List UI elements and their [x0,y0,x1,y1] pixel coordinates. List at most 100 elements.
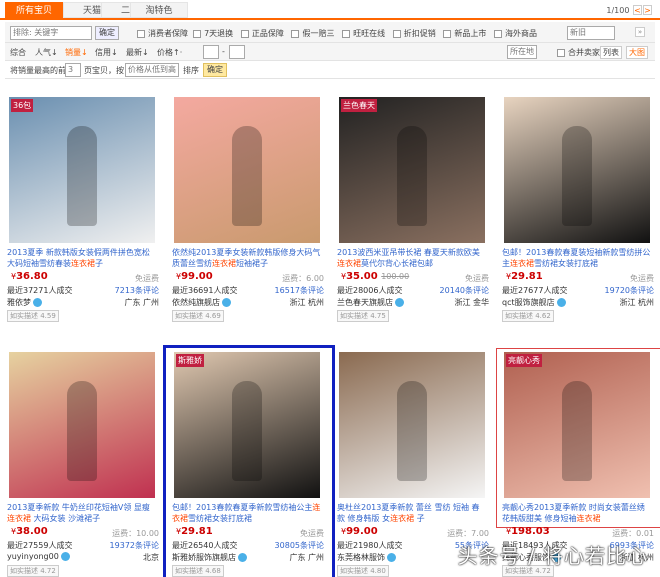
product-image[interactable]: 亮靓心秀 [504,352,650,498]
list-view-button[interactable]: 列表 [600,46,622,59]
checkbox-discount[interactable]: 折扣促销 [392,29,436,38]
product-tag: 36包 [11,99,34,112]
product-title[interactable]: 2013波西米亚吊带长裙 春夏天新款欧美连衣裙莫代尔背心长裙包邮 [337,247,487,269]
product-image[interactable] [174,97,320,243]
review-count-link[interactable]: 7213条评论 [115,285,159,296]
search-confirm-button[interactable]: 确定 [95,26,119,40]
product-card[interactable]: 斯雅娇 包邮！2013春款春夏季新款雪纺袖公主连衣裙雪纺裙女装打底裙 ¥29.8… [163,345,335,577]
sort-price[interactable]: 价格↑· [157,47,182,58]
wangwang-icon[interactable] [222,298,231,307]
product-title[interactable]: 2013夏季新款 牛奶丝印花短袖V领 显瘦连衣裙 大码女装 沙滩裙子 [7,502,157,524]
sort-newest[interactable]: 最新↓ [126,47,149,58]
wangwang-icon[interactable] [387,553,396,562]
product-card[interactable]: 2013夏季新款 牛奶丝印花短袖V领 显瘦连衣裙 大码女装 沙滩裙子 ¥38.0… [5,352,163,577]
rating-badge[interactable]: 如实描述 4.68 [172,565,224,577]
checkbox-overseas[interactable]: 海外商品 [494,29,537,38]
product-title[interactable]: 亮靓心秀2013夏季新款 时尚女装蕾丝绣花韩版甜美 修身短袖连衣裙 [502,502,652,524]
tab-special[interactable]: 淘特色 [130,2,188,18]
checkbox-online[interactable]: 旺旺在线 [342,29,385,38]
expand-icon[interactable]: » [635,27,645,37]
product-price: ¥99.00 [176,271,213,282]
product-image[interactable] [504,97,650,243]
shop-link[interactable]: yuyinyong00 [7,552,70,561]
review-count-link[interactable]: 30805条评论 [275,540,324,551]
page-indicator: 1/100 [606,6,630,15]
merge-sellers-checkbox[interactable]: 合并卖家 [557,47,600,58]
wangwang-icon[interactable] [60,552,70,561]
prev-page-button[interactable]: < [633,5,642,15]
product-card[interactable]: 兰色春天 2013波西米亚吊带长裙 春夏天新款欧美连衣裙莫代尔背心长裙包邮 ¥3… [335,97,493,322]
product-title[interactable]: 奥杜丝2013夏季新款 蕾丝 雪纺 短袖 春款 修身韩版 女连衣裙 子 [337,502,487,524]
review-count-link[interactable]: 19720条评论 [605,285,654,296]
sort-popularity[interactable]: 人气↓ [35,47,58,58]
sort-default[interactable]: 综合 [10,47,26,58]
rating-badge[interactable]: 如实描述 4.75 [337,310,389,322]
product-image[interactable] [339,352,485,498]
condition-select[interactable]: 新旧 [567,26,615,40]
product-card[interactable]: 包邮！2013春款春夏装短袖新款雪纺拼公主连衣裙雪纺裙女装打底裙 ¥29.81 … [500,97,658,322]
checkbox-new[interactable]: 新品上市 [443,29,486,38]
shop-link[interactable]: 东莞格林服饰 [337,552,396,563]
review-count-link[interactable]: 16517条评论 [275,285,324,296]
order-label: 排序 [183,66,199,75]
rating-badge[interactable]: 如实描述 4.69 [172,310,224,322]
product-price: ¥36.80 [11,271,48,282]
sales-count: 最近37271人成交 [7,286,73,295]
watermark: 头条号 / 将心若比心 [457,544,648,568]
checkbox-7day[interactable]: 7天退换 [193,29,233,38]
rating-badge[interactable]: 如实描述 4.62 [502,310,554,322]
sort-row: 综合 人气↓ 销量↓ 信用↓ 最新↓ 价格↑· - 所在地 合并卖家 列表 大图 [5,43,655,61]
location: 广东 广州 [124,298,159,307]
rating-badge[interactable]: 如实描述 4.72 [7,565,59,577]
sales-count: 最近26540人成交 [172,541,238,550]
order-select[interactable]: 价格从低到高 [125,63,179,77]
product-title[interactable]: 包邮！2013春款春夏装短袖新款雪纺拼公主连衣裙雪纺裙女装打底裙 [502,247,652,269]
product-card[interactable]: 亮靓心秀 亮靓心秀2013夏季新款 时尚女装蕾丝绣花韩版甜美 修身短袖连衣裙 ¥… [496,348,660,577]
model-figure [562,126,592,227]
location: 北京 [143,553,159,562]
checkbox-genuine[interactable]: 正品保障 [240,29,284,38]
top-sales-confirm-button[interactable]: 确定 [203,63,227,77]
shop-link[interactable]: qct服饰旗舰店 [502,297,566,308]
review-count-link[interactable]: 20140条评论 [440,285,489,296]
pager: 1/100 < > [606,5,652,15]
sales-count: 最近36691人成交 [172,286,238,295]
shop-link[interactable]: 雅依梦 [7,297,42,308]
tab-all[interactable]: 所有宝贝 [5,2,63,18]
wangwang-icon[interactable] [556,298,566,307]
wangwang-icon[interactable] [33,298,42,307]
wangwang-icon[interactable] [395,298,404,307]
model-figure [397,381,427,482]
product-card[interactable]: 依然纯2013夏季女装新款韩版修身大码气质蕾丝雪纺连衣裙短袖裙子 ¥99.00 … [170,97,328,322]
product-card[interactable]: 36包 2013夏季 新款韩版女装假两件拼色宽松大码短袖雪纺春装连衣裙子 ¥36… [5,97,163,322]
tab-bar: 所有宝贝 天猫 二手 淘特色 [0,0,660,20]
location-select[interactable]: 所在地 [507,45,537,59]
shop-link[interactable]: 斯雅娇服饰旗舰店 [172,552,247,563]
product-image[interactable] [9,352,155,498]
price-min-input[interactable] [203,45,219,59]
review-count-link[interactable]: 19372条评论 [110,540,159,551]
checkbox-guarantee[interactable]: 消费者保障 [137,29,188,38]
shipping-fee: 运费：10.00 [112,529,159,538]
price-max-input[interactable] [229,45,245,59]
wangwang-icon[interactable] [238,553,247,562]
checkbox-fake-pay3[interactable]: 假一赔三 [291,29,334,38]
sort-sales[interactable]: 销量↓ [65,47,88,58]
pages-select[interactable]: 3 [65,63,81,77]
sort-credit[interactable]: 信用↓ [95,47,118,58]
product-image[interactable]: 兰色春天 [339,97,485,243]
shipping-fee: 免运费 [135,274,159,283]
shop-link[interactable]: 依然纯旗舰店 [172,297,231,308]
rating-badge[interactable]: 如实描述 4.59 [7,310,59,322]
product-image[interactable]: 斯雅娇 [174,352,320,498]
grid-view-button[interactable]: 大图 [626,46,648,59]
exclude-keyword-input[interactable]: 排除: 关键字 [10,26,92,40]
shop-link[interactable]: 兰色春天旗舰店 [337,297,404,308]
shipping-fee: 免运费 [465,274,489,283]
next-page-button[interactable]: > [643,5,652,15]
product-title[interactable]: 2013夏季 新款韩版女装假两件拼色宽松大码短袖雪纺春装连衣裙子 [7,247,157,269]
product-image[interactable]: 36包 [9,97,155,243]
product-title[interactable]: 依然纯2013夏季女装新款韩版修身大码气质蕾丝雪纺连衣裙短袖裙子 [172,247,322,269]
product-title[interactable]: 包邮！2013春款春夏季新款雪纺袖公主连衣裙雪纺裙女装打底裙 [172,502,322,524]
rating-badge[interactable]: 如实描述 4.80 [337,565,389,577]
